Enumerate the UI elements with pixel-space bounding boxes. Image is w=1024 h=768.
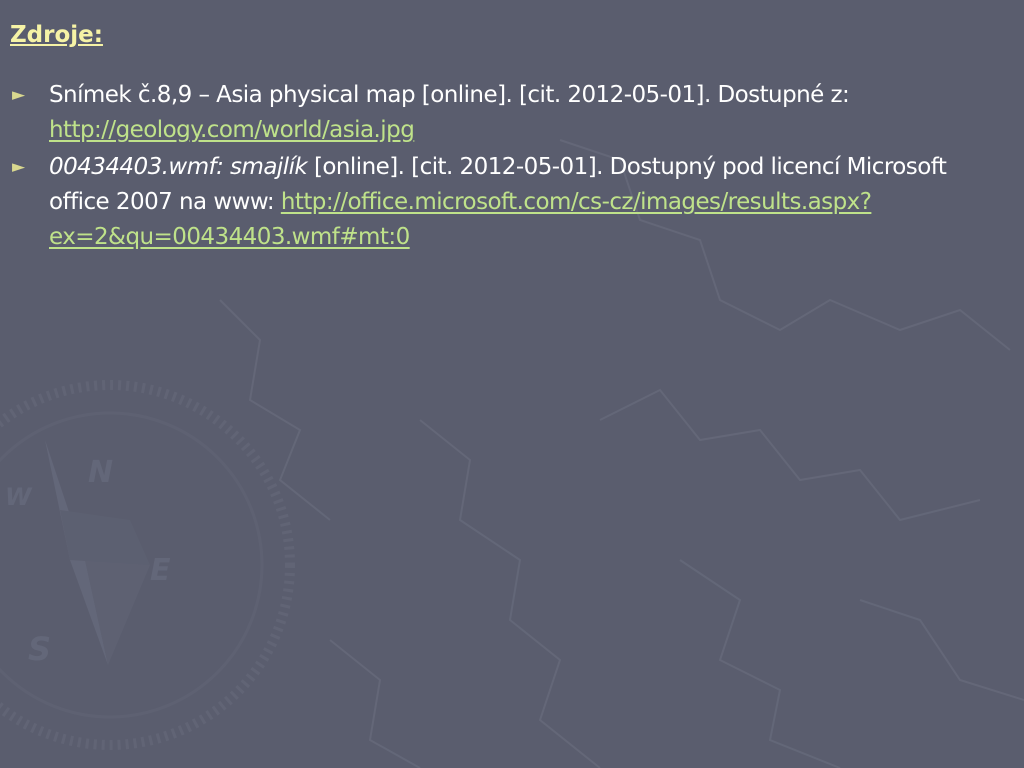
bullet-arrow-icon: ► — [12, 157, 25, 177]
slide-title: Zdroje: — [10, 22, 103, 48]
slide: Zdroje: ► Snímek č.8,9 – Asia physical ma… — [0, 0, 1024, 768]
reference-item: ► Snímek č.8,9 – Asia physical map [onlin… — [10, 78, 1000, 148]
reference-link[interactable]: http://geology.com/world/asia.jpg — [49, 117, 415, 143]
reference-list: ► Snímek č.8,9 – Asia physical map [onlin… — [10, 78, 1000, 257]
bullet-arrow-icon: ► — [12, 85, 25, 105]
reference-text: Snímek č.8,9 – Asia physical map [online… — [49, 82, 850, 108]
reference-source-name: 00434403.wmf: smajlík — [49, 154, 308, 180]
reference-item: ► 00434403.wmf: smajlík [online]. [cit. 2… — [10, 150, 1000, 255]
